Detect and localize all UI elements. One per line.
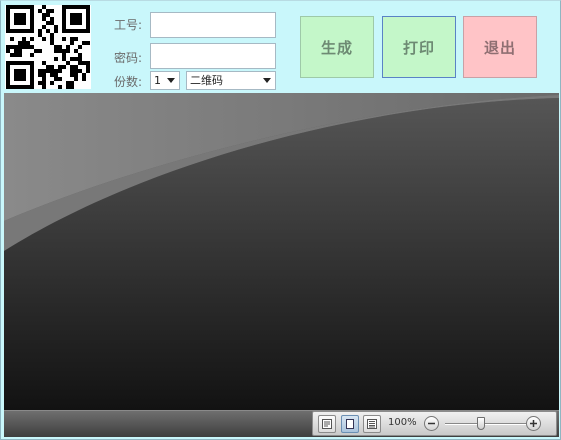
chevron-down-icon xyxy=(259,72,275,89)
qr-code-icon xyxy=(5,5,91,89)
generate-button[interactable]: 生成 xyxy=(300,16,374,78)
zoom-slider-track[interactable] xyxy=(445,423,529,425)
chevron-down-icon xyxy=(163,72,179,89)
copies-select[interactable]: 1 xyxy=(150,71,180,90)
print-preview-area xyxy=(4,93,559,411)
copies-label: 份数: xyxy=(114,75,143,89)
code-type-value: 二维码 xyxy=(190,74,223,87)
zoom-panel: 100% xyxy=(312,411,557,436)
password-input[interactable] xyxy=(150,43,276,69)
code-type-select[interactable]: 二维码 xyxy=(186,71,276,90)
exit-button[interactable]: 退出 xyxy=(463,16,537,78)
multi-page-icon[interactable] xyxy=(363,415,381,433)
employee-id-input[interactable] xyxy=(150,12,276,38)
zoom-out-icon[interactable] xyxy=(424,416,439,431)
zoom-in-icon[interactable] xyxy=(526,416,541,431)
zoom-slider-thumb[interactable] xyxy=(477,417,485,430)
page-setup-icon[interactable] xyxy=(318,415,336,433)
password-label: 密码: xyxy=(114,51,143,65)
single-page-icon[interactable] xyxy=(341,415,359,433)
copies-value: 1 xyxy=(154,74,161,87)
print-button[interactable]: 打印 xyxy=(382,16,456,78)
zoom-level-text: 100% xyxy=(388,417,417,428)
employee-id-label: 工号: xyxy=(114,18,143,32)
